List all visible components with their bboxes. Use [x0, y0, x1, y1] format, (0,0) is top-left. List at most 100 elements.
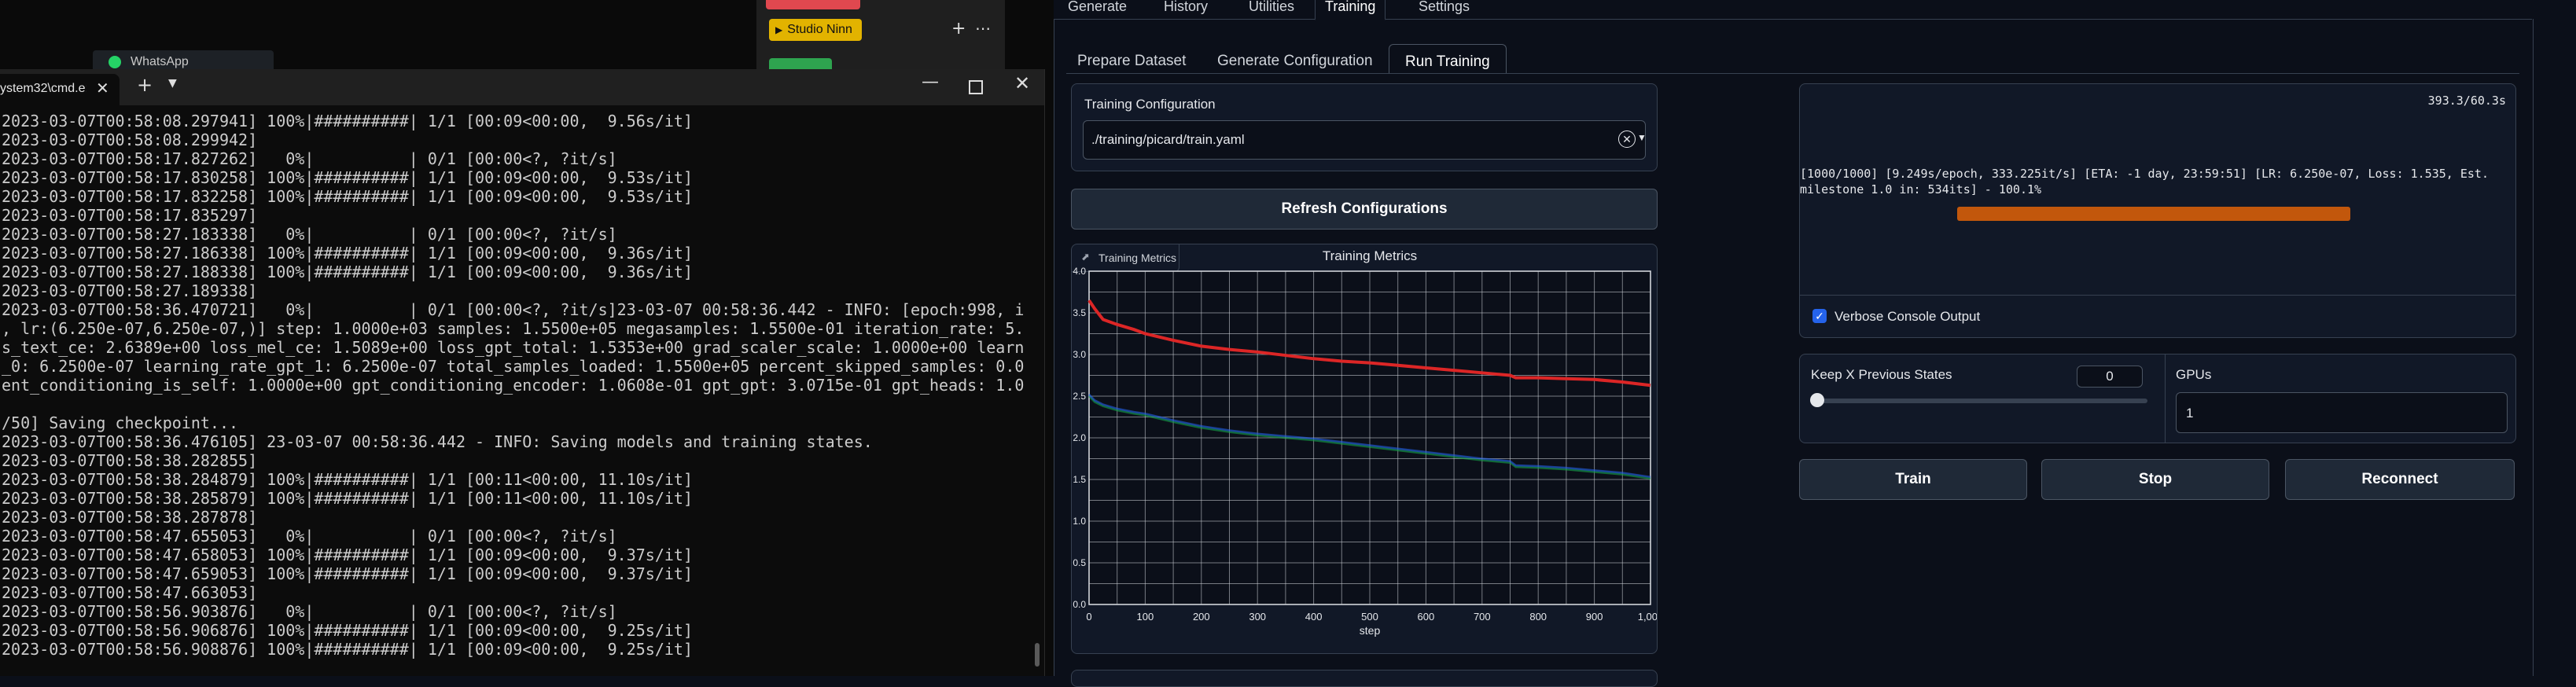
new-tab-icon[interactable]: +: [137, 74, 153, 96]
whatsapp-icon: [109, 56, 121, 68]
subtab-prepare-dataset[interactable]: Prepare Dataset: [1077, 44, 1186, 72]
timer: 393.3/60.3s: [2427, 94, 2506, 108]
x-tick-label: 500: [1361, 611, 1378, 623]
plus-icon[interactable]: +: [951, 19, 966, 39]
terminal-line: 2023-03-07T00:58:27.186338] 100%|#######…: [2, 244, 693, 263]
keep-states-slider-handle[interactable]: [1810, 393, 1824, 407]
training-progress-fill: [1957, 207, 2350, 221]
training-configuration-block: Training Configuration ./training/picard…: [1071, 83, 1658, 171]
terminal-line: 2023-03-07T00:58:08.299942]: [2, 130, 258, 149]
chart-title: Training Metrics: [1323, 248, 1417, 263]
terminal-line: 2023-03-07T00:58:38.287878]: [2, 508, 258, 527]
gpus-label: GPUs: [2176, 367, 2212, 382]
y-tick-label: 0.0: [1073, 599, 1086, 610]
reconnect-button[interactable]: Reconnect: [2285, 459, 2515, 500]
terminal-line: _0: 6.2500e-07 learning_rate_gpt_1: 6.25…: [2, 357, 1024, 376]
studio-label: Studio Ninn: [787, 23, 852, 36]
terminal-line: 2023-03-07T00:58:56.908876] 100%|#######…: [2, 640, 693, 659]
terminal-line: ent_conditioning_is_self: 1.0000e+00 gpt…: [2, 376, 1024, 395]
terminal-line: 2023-03-07T00:58:56.903876] 0%| | 0/1 [0…: [2, 602, 617, 621]
terminal-line: 2023-03-07T00:58:08.297941] 100%|#######…: [2, 112, 693, 130]
terminal-line: 2023-03-07T00:58:17.827262] 0%| | 0/1 [0…: [2, 149, 617, 168]
terminal-line: 2023-03-07T00:58:36.470721] 0%| | 0/1 [0…: [2, 300, 1024, 319]
terminal-line: 2023-03-07T00:58:17.830258] 100%|#######…: [2, 168, 693, 187]
refresh-configurations-button[interactable]: Refresh Configurations: [1071, 189, 1658, 230]
gpus-value: 1: [2186, 406, 2194, 421]
studio-ninn-button[interactable]: ▶ Studio Ninn: [769, 19, 862, 41]
training-configuration-label: Training Configuration: [1084, 97, 1216, 112]
x-tick-label: 800: [1529, 611, 1547, 623]
y-tick-label: 4.0: [1073, 266, 1086, 277]
keep-states-number-input[interactable]: 0: [2077, 366, 2143, 388]
terminal-line: 2023-03-07T00:58:17.832258] 100%|#######…: [2, 187, 693, 206]
red-button[interactable]: [766, 0, 860, 9]
verbose-label: Verbose Console Output: [1834, 309, 1981, 324]
terminal-scrollbar[interactable]: [1035, 643, 1040, 667]
terminal-line: 2023-03-07T00:58:38.282855]: [2, 451, 258, 470]
y-tick-label: 2.5: [1073, 391, 1086, 402]
training-metrics-chart: Training Metrics 0 100 200 300 400 500 600 700 80…: [1072, 248, 1657, 637]
terminal-line: /50] Saving checkpoint...: [2, 413, 239, 432]
training-configuration-dropdown[interactable]: ./training/picard/train.yaml ✕ ▼: [1083, 120, 1647, 160]
training-configuration-value: ./training/picard/train.yaml: [1091, 132, 1245, 147]
web-app: Generate History Utilities Training Sett…: [1054, 0, 2576, 687]
terminal-line: 2023-03-07T00:58:56.906876] 100%|#######…: [2, 621, 693, 640]
subtab-generate-configuration[interactable]: Generate Configuration: [1217, 44, 1373, 72]
terminal-line: 2023-03-07T00:58:27.183338] 0%| | 0/1 [0…: [2, 225, 617, 244]
train-button[interactable]: Train: [1799, 459, 2027, 500]
keep-states-slider-track[interactable]: [1810, 393, 2147, 407]
more-icon[interactable]: ⋯: [975, 19, 991, 38]
y-tick-label: 0.5: [1073, 557, 1086, 568]
next-block: [1071, 670, 1658, 687]
y-tick-label: 1.0: [1073, 516, 1086, 527]
terminal-window: ystem32\cmd.e: ✕ + ▼ — ✕ 2023-03-07T00:5…: [0, 69, 1045, 676]
terminal-line: 2023-03-07T00:58:38.284879] 100%|#######…: [2, 470, 693, 489]
terminal-line: 2023-03-07T00:58:27.189338]: [2, 281, 258, 300]
x-tick-label: 100: [1137, 611, 1154, 623]
training-metrics-plot: ⬈ Training Metrics Training Metrics 0 100 2…: [1071, 244, 1658, 654]
terminal-line: s_text_ce: 2.6389e+00 loss_mel_ce: 1.508…: [2, 338, 1024, 357]
console-output-block: 393.3/60.3s [1000/1000] [9.249s/epoch, 3…: [1799, 83, 2516, 338]
y-tick-label: 1.5: [1073, 474, 1086, 485]
tab-generate[interactable]: Generate: [1068, 0, 1127, 19]
console-divider: [1800, 295, 2515, 296]
keep-states-label: Keep X Previous States: [1811, 367, 1952, 382]
y-tick-label: 3.0: [1073, 349, 1086, 360]
options-row: Keep X Previous States 0 GPUs 1: [1799, 354, 2516, 443]
terminal-line: 2023-03-07T00:58:47.658053] 100%|#######…: [2, 546, 693, 564]
minimize-icon[interactable]: —: [922, 72, 939, 92]
options-divider: [2165, 355, 2166, 443]
terminal-line: 2023-03-07T00:58:36.476105] 23-03-07 00:…: [2, 432, 873, 451]
terminal-line: 2023-03-07T00:58:38.285879] 100%|#######…: [2, 489, 693, 508]
tab-utilities[interactable]: Utilities: [1249, 0, 1294, 19]
x-tick-label: 400: [1305, 611, 1323, 623]
maximize-icon[interactable]: [969, 80, 983, 94]
terminal-line: , lr:(6.250e-07,6.250e-07,)] step: 1.000…: [2, 319, 1024, 338]
terminal-output[interactable]: 2023-03-07T00:58:08.297941] 100%|#######…: [2, 112, 1024, 659]
tab-training[interactable]: Training: [1315, 0, 1386, 20]
x-axis-label: step: [1360, 624, 1381, 637]
tab-history[interactable]: History: [1164, 0, 1208, 19]
x-tick-label: 200: [1193, 611, 1210, 623]
terminal-tab[interactable]: ystem32\cmd.e: ✕: [0, 74, 120, 105]
tab-settings[interactable]: Settings: [1419, 0, 1470, 19]
chevron-down-icon[interactable]: ▼: [168, 77, 177, 90]
x-tick-label: 700: [1474, 611, 1491, 623]
stop-button[interactable]: Stop: [2041, 459, 2269, 500]
x-tick-label: 900: [1586, 611, 1603, 623]
y-tick-label: 2.0: [1073, 432, 1086, 443]
subtab-run-training[interactable]: Run Training: [1389, 44, 1507, 74]
close-window-icon[interactable]: ✕: [1014, 72, 1030, 94]
terminal-tab-title: ystem32\cmd.e:: [0, 82, 86, 95]
clear-icon[interactable]: ✕: [1618, 130, 1636, 148]
verbose-checkbox[interactable]: ✓: [1812, 309, 1827, 323]
terminal-line: 2023-03-07T00:58:47.659053] 100%|#######…: [2, 564, 693, 583]
terminal-line: 2023-03-07T00:58:47.655053] 0%| | 0/1 [0…: [2, 527, 617, 546]
close-tab-icon[interactable]: ✕: [96, 79, 109, 97]
training-status-text: [1000/1000] [9.249s/epoch, 333.225it/s] …: [1800, 167, 2489, 197]
dropdown-arrow-icon[interactable]: ▼: [1637, 132, 1647, 143]
terminal-line: 2023-03-07T00:58:27.188338] 100%|#######…: [2, 263, 693, 281]
terminal-line: 2023-03-07T00:58:17.835297]: [2, 206, 258, 225]
gpus-input[interactable]: 1: [2176, 392, 2508, 433]
